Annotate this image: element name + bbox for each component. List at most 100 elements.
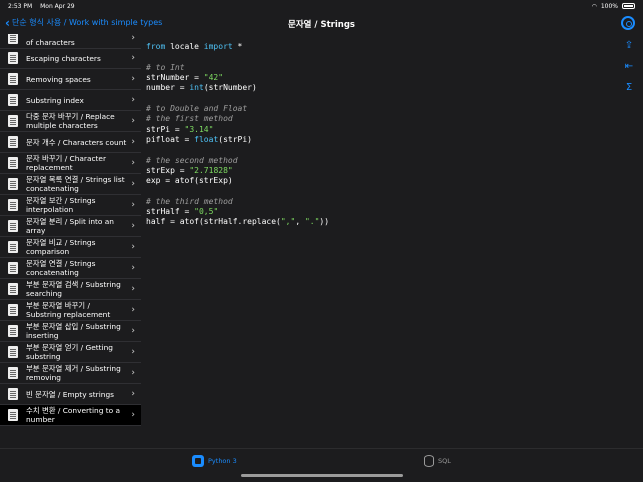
sidebar-item-label: 문자 개수 / Characters count xyxy=(26,137,127,147)
chevron-right-icon: › xyxy=(131,368,135,378)
sidebar-item[interactable]: 문자 바꾸기 / Character replacement › xyxy=(0,153,141,174)
sidebar-item-label: 문자열 연결 / Strings concatenating xyxy=(26,259,96,277)
code-string: "2.71828" xyxy=(189,166,233,175)
tab-label: Python 3 xyxy=(208,457,237,465)
sidebar-item[interactable]: 문자열 비교 / Strings comparison › xyxy=(0,237,141,258)
code-line: strHalf = "0,5" xyxy=(146,207,219,216)
document-icon xyxy=(8,178,18,190)
sidebar-item-label: 빈 문자열 / Empty strings xyxy=(26,389,114,399)
editor-toolbar: ⇪ ⇤ Σ xyxy=(616,34,643,430)
code-line: half = atof(strHalf.replace(",", ".")) xyxy=(146,217,330,226)
code-comment: # to Int xyxy=(146,63,185,72)
document-icon xyxy=(8,409,18,421)
chevron-right-icon: › xyxy=(131,221,135,231)
gear-icon[interactable] xyxy=(621,16,635,30)
code-string: "3.14" xyxy=(184,125,214,134)
document-icon xyxy=(8,157,18,169)
battery-icon xyxy=(622,3,635,9)
sidebar: of characters › Escaping characters › Re… xyxy=(0,34,141,430)
document-icon xyxy=(8,199,18,211)
sidebar-item[interactable]: of characters › xyxy=(0,34,141,49)
navigation-bar: ‹ 단순 형식 사용 / Work with simple types 문자열 … xyxy=(0,12,643,34)
code-line: # to Double and Float xyxy=(146,104,247,113)
sidebar-item[interactable]: 문자열 보간 / Strings interpolation › xyxy=(0,195,141,216)
database-icon xyxy=(424,455,434,467)
tab-bar: Python 3 SQL xyxy=(0,448,643,482)
document-icon xyxy=(8,367,18,379)
document-icon xyxy=(8,388,18,400)
chevron-right-icon: › xyxy=(131,34,135,43)
code-line: from locale import * xyxy=(146,42,243,51)
sidebar-item-label: Substring index xyxy=(26,95,84,105)
tab-sql[interactable]: SQL xyxy=(424,455,451,467)
chevron-right-icon: › xyxy=(131,263,135,273)
chevron-right-icon: › xyxy=(131,116,135,126)
code-line: # the first method xyxy=(146,114,233,123)
skip-back-icon[interactable]: ⇤ xyxy=(622,60,636,74)
code-string: "0,5" xyxy=(194,207,219,216)
document-icon xyxy=(8,94,18,106)
sidebar-item-selected[interactable]: 수치 변환 / Converting to a number › xyxy=(0,405,141,426)
sidebar-item[interactable]: 부분 문자열 삽입 / Substring inserting › xyxy=(0,321,141,342)
chevron-right-icon: › xyxy=(131,53,135,63)
sidebar-item-label: 문자열 보간 / Strings interpolation xyxy=(26,196,96,214)
sidebar-item[interactable]: 문자열 목록 연결 / Strings list concatenating › xyxy=(0,174,141,195)
chevron-right-icon: › xyxy=(131,95,135,105)
sidebar-item-label: 문자열 비교 / Strings comparison xyxy=(26,238,96,256)
sidebar-item[interactable]: 문자열 분리 / Split into an array › xyxy=(0,216,141,237)
code-line: number = int(strNumber) xyxy=(146,83,257,92)
chevron-right-icon: › xyxy=(131,284,135,294)
chevron-right-icon: › xyxy=(131,74,135,84)
chevron-right-icon: › xyxy=(131,347,135,357)
sidebar-item[interactable]: Removing spaces › xyxy=(0,69,141,90)
document-icon xyxy=(8,241,18,253)
page-title: 문자열 / Strings xyxy=(288,20,355,30)
share-icon[interactable]: ⇪ xyxy=(622,39,636,53)
sidebar-item[interactable]: Substring index › xyxy=(0,90,141,111)
sidebar-item-label: 수치 변환 / Converting to a number xyxy=(26,406,121,424)
sidebar-item-label: 부분 문자열 제거 / Substring removing xyxy=(26,364,121,382)
status-bar: 2:53 PM Mon Apr 29 ◠ 100% xyxy=(0,0,643,12)
wifi-icon: ◠ xyxy=(591,2,597,10)
code-line: # the second method xyxy=(146,156,238,165)
home-indicator xyxy=(241,474,403,477)
sidebar-item-label: 부분 문자열 바꾸기 / Substring replacement xyxy=(26,301,111,319)
tab-label: SQL xyxy=(438,457,451,465)
sidebar-item[interactable]: 문자 개수 / Characters count › xyxy=(0,132,141,153)
tab-python[interactable]: Python 3 xyxy=(192,455,237,467)
chevron-right-icon: › xyxy=(131,326,135,336)
document-icon xyxy=(8,52,18,64)
code-comment: # the first method xyxy=(146,114,233,123)
sidebar-item[interactable]: 부분 문자열 바꾸기 / Substring replacement › xyxy=(0,300,141,321)
code-comment: # the third method xyxy=(146,197,233,206)
keyword-from: from xyxy=(146,42,166,51)
chevron-right-icon: › xyxy=(131,389,135,399)
code-comment: # to Double and Float xyxy=(146,104,248,113)
sidebar-item-label: 문자열 목록 연결 / Strings list concatenating xyxy=(26,175,125,193)
sidebar-item[interactable]: Escaping characters › xyxy=(0,48,141,69)
sidebar-item[interactable]: 부분 문자열 얻기 / Getting substring › xyxy=(0,342,141,363)
code-line: # to Int xyxy=(146,63,185,72)
sidebar-item-label: 부분 문자열 검색 / Substring searching xyxy=(26,280,121,298)
sidebar-item[interactable]: 문자열 연결 / Strings concatenating › xyxy=(0,258,141,279)
sidebar-item[interactable]: 빈 문자열 / Empty strings › xyxy=(0,384,141,405)
sidebar-item[interactable]: 부분 문자열 제거 / Substring removing › xyxy=(0,363,141,384)
code-line: strNumber = "42" xyxy=(146,73,224,82)
document-icon xyxy=(8,34,18,44)
code-line: strPi = "3.14" xyxy=(146,125,214,134)
document-icon xyxy=(8,304,18,316)
sidebar-item-label: 문자열 분리 / Split into an array xyxy=(26,217,114,235)
sidebar-item-label: of characters xyxy=(26,38,75,47)
sidebar-item[interactable]: 다중 문자 바꾸기 / Replace multiple characters … xyxy=(0,111,141,132)
document-icon xyxy=(8,346,18,358)
keyword-import: import xyxy=(203,42,233,51)
code-line: # the third method xyxy=(146,197,233,206)
sigma-icon[interactable]: Σ xyxy=(622,81,636,95)
code-editor[interactable]: from locale import * # to Int strNumber … xyxy=(141,34,616,430)
document-icon xyxy=(8,136,18,148)
chevron-right-icon: › xyxy=(131,137,135,147)
document-icon xyxy=(8,262,18,274)
code-builtin: int xyxy=(189,83,204,92)
code-comment: # the second method xyxy=(146,156,238,165)
sidebar-item[interactable]: 부분 문자열 검색 / Substring searching › xyxy=(0,279,141,300)
